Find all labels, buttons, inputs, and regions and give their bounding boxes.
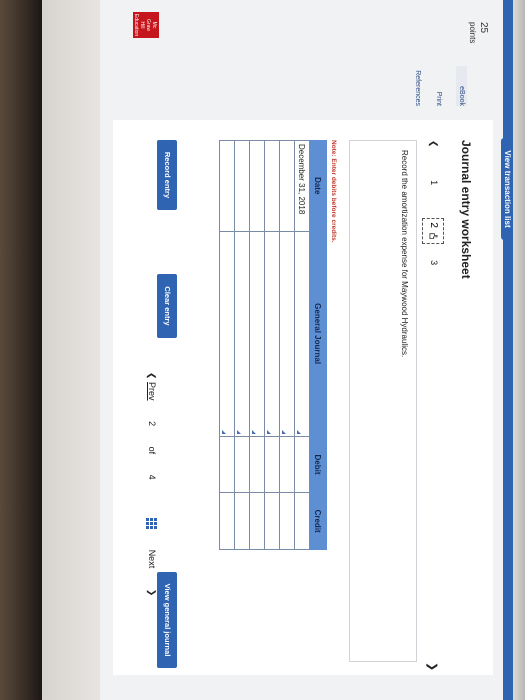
side-links: eBook Print References: [400, 66, 467, 106]
logo-line-2: Graw: [145, 19, 151, 31]
table-row: [219, 140, 235, 550]
account-select[interactable]: [234, 231, 250, 437]
grid-icon[interactable]: [145, 518, 157, 530]
step-1[interactable]: 1: [429, 180, 439, 185]
table-row: [264, 140, 280, 550]
logo-line-3: Hill: [139, 21, 145, 29]
debit-input[interactable]: [264, 436, 280, 493]
credit-input[interactable]: [249, 492, 265, 550]
view-general-journal-button[interactable]: View general journal: [157, 572, 177, 668]
date-cell: [219, 140, 235, 232]
laptop-frame-right: [513, 0, 525, 700]
worksheet-title: Journal entry worksheet: [459, 140, 473, 279]
next-label: Next: [147, 549, 157, 569]
clear-entry-button[interactable]: Clear entry: [157, 274, 177, 338]
journal-table: Date General Journal Debit Credit Decemb…: [219, 140, 327, 550]
laptop-bezel-left: [0, 0, 42, 700]
view-transaction-list-button[interactable]: View transaction list: [501, 138, 513, 240]
date-cell: [279, 140, 295, 232]
ebook-link[interactable]: eBook: [456, 66, 467, 106]
table-row: [234, 140, 250, 550]
laptop-frame-strip: [42, 0, 100, 700]
logo-line-4: Education: [133, 13, 139, 37]
print-link[interactable]: Print: [435, 66, 442, 106]
page-navigation: ❮ Prev 2 of 4 Next ❯: [145, 372, 157, 614]
credit-input[interactable]: [219, 492, 235, 550]
credit-input[interactable]: [294, 492, 310, 550]
record-entry-button[interactable]: Record entry: [157, 140, 177, 210]
account-select[interactable]: [294, 231, 310, 437]
page-current: 2: [147, 421, 157, 427]
table-row: [249, 140, 265, 550]
account-select[interactable]: [249, 231, 265, 437]
page-of: of: [147, 446, 157, 455]
screen: View transaction list 25 points eBook Pr…: [100, 0, 513, 700]
credit-input[interactable]: [279, 492, 295, 550]
header-credit: Credit: [309, 492, 327, 550]
header-date: Date: [309, 140, 327, 232]
debits-note: Note: Enter debits before credits.: [330, 140, 337, 243]
credit-input[interactable]: [234, 492, 250, 550]
debit-input[interactable]: [249, 436, 265, 493]
table-header-row: Date General Journal Debit Credit: [309, 140, 327, 550]
credit-input[interactable]: [264, 492, 280, 550]
page-indicator: 2 of 4: [147, 421, 157, 500]
worksheet-panel: Journal entry worksheet ❮ 1 3 2 ❯ Record…: [113, 120, 493, 675]
current-step[interactable]: 2: [422, 218, 444, 244]
hand-pointer-icon: [429, 232, 438, 239]
header-debit: Debit: [309, 436, 327, 493]
page-total: 4: [147, 474, 157, 480]
account-select[interactable]: [219, 231, 235, 437]
debit-input[interactable]: [279, 436, 295, 493]
date-cell: December 31, 2018: [294, 140, 310, 232]
chevron-left-icon[interactable]: ❮: [429, 140, 439, 148]
mcgraw-hill-logo: Mc Graw Hill Education: [133, 12, 159, 38]
points-indicator: 25 points: [468, 22, 489, 43]
debit-input[interactable]: [294, 436, 310, 493]
table-row: [279, 140, 295, 550]
prev-label: Prev: [147, 382, 157, 401]
step-3[interactable]: 3: [429, 260, 439, 265]
header-general-journal: General Journal: [309, 231, 327, 437]
prev-link[interactable]: ❮ Prev: [147, 372, 157, 401]
account-select[interactable]: [279, 231, 295, 437]
date-cell: [234, 140, 250, 232]
logo-line-1: Mc: [151, 21, 157, 29]
instruction-text: Record the amortization expense for Mayw…: [400, 150, 409, 358]
points-label: points: [468, 22, 477, 44]
next-link[interactable]: Next ❯: [147, 550, 157, 597]
debit-input[interactable]: [234, 436, 250, 493]
references-link[interactable]: References: [414, 66, 421, 106]
date-cell: [264, 140, 280, 232]
date-cell: [249, 140, 265, 232]
chevron-right-icon[interactable]: ❯: [426, 662, 439, 671]
account-select[interactable]: [264, 231, 280, 437]
debit-input[interactable]: [219, 436, 235, 493]
table-row: December 31, 2018: [294, 140, 310, 550]
app-top-bar: [503, 0, 513, 700]
points-number: 25: [478, 22, 489, 34]
current-step-number: 2: [428, 222, 439, 228]
